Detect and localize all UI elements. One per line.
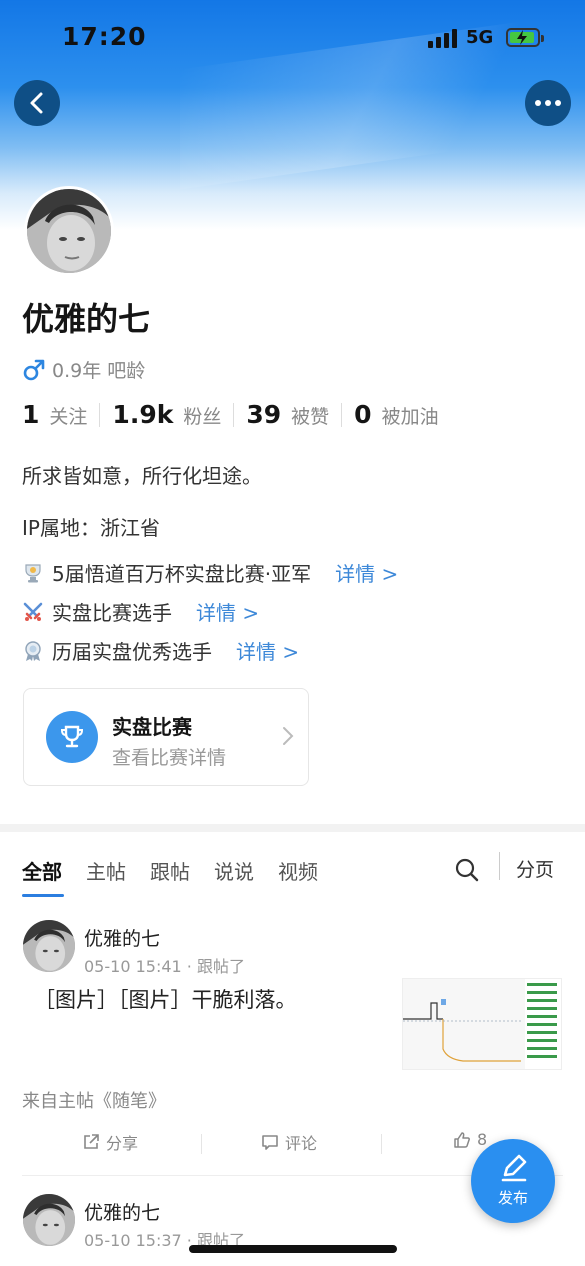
publish-label: 发布 xyxy=(497,1189,528,1207)
avatar[interactable] xyxy=(24,186,114,276)
fans-count[interactable]: 1.9k xyxy=(112,400,173,429)
share-button[interactable]: 分享 xyxy=(82,1130,138,1154)
match-card[interactable]: 实盘比赛 查看比赛详情 xyxy=(23,688,309,786)
network-label: 5G xyxy=(466,27,494,48)
post-meta: 05-10 15:41 · 跟帖了 xyxy=(84,957,245,976)
post-source[interactable]: 来自主帖《随笔》 xyxy=(22,1087,166,1113)
tab-main-posts[interactable]: 主帖 xyxy=(86,856,126,885)
post-author-name[interactable]: 优雅的七 xyxy=(84,1198,160,1225)
post-text[interactable]: ［图片］［图片］干脆利落。 xyxy=(34,984,297,1014)
post-image-thumbnail[interactable] xyxy=(402,978,562,1070)
trophy-medal-icon xyxy=(25,563,41,582)
like-button[interactable]: 8 xyxy=(453,1130,487,1149)
tab-active-indicator xyxy=(22,894,64,897)
tab-moments[interactable]: 说说 xyxy=(214,856,254,885)
chevron-left-icon xyxy=(30,92,43,114)
ip-location: IP属地：浙江省 xyxy=(22,516,160,540)
profile-meta: 0.9年 吧龄 xyxy=(22,356,145,383)
comment-button[interactable]: 评论 xyxy=(261,1130,317,1154)
action-separator xyxy=(381,1134,382,1154)
fans-label[interactable]: 粉丝 xyxy=(183,402,221,429)
bar-age: 0.9年 吧龄 xyxy=(52,360,146,382)
honor-text: 5届悟道百万杯实盘比赛·亚军 xyxy=(52,562,312,586)
match-card-subtitle: 查看比赛详情 xyxy=(112,747,227,769)
home-indicator xyxy=(189,1245,397,1253)
more-button[interactable] xyxy=(525,80,571,126)
honor-item: 历届实盘优秀选手 详情 > xyxy=(22,636,299,665)
publish-button[interactable]: 发布 xyxy=(471,1139,555,1223)
like-count: 8 xyxy=(477,1130,488,1149)
cheers-label: 被加油 xyxy=(381,406,439,428)
pagination-toggle[interactable]: 分页 xyxy=(516,855,554,882)
comment-icon xyxy=(262,1135,278,1150)
edit-pencil-icon xyxy=(501,1154,527,1182)
chart-screenshot-image xyxy=(403,979,561,1069)
more-icon xyxy=(533,100,563,106)
honor-text: 实盘比赛选手 xyxy=(52,601,172,625)
tab-videos[interactable]: 视频 xyxy=(278,856,318,885)
award-badge-icon xyxy=(25,640,41,661)
likes-count: 39 xyxy=(246,400,282,429)
search-icon[interactable] xyxy=(454,857,480,883)
post-author-name[interactable]: 优雅的七 xyxy=(84,924,160,951)
honor-item: 5届悟道百万杯实盘比赛·亚军 详情 > xyxy=(22,558,398,587)
male-gender-icon xyxy=(23,359,45,380)
avatar-image xyxy=(23,1194,75,1246)
trophy-icon xyxy=(46,711,98,763)
tab-replies[interactable]: 跟帖 xyxy=(150,856,190,885)
chevron-right-icon xyxy=(283,727,294,745)
comment-label: 评论 xyxy=(285,1134,318,1153)
following-count[interactable]: 1 xyxy=(22,400,39,429)
thumbs-up-icon xyxy=(454,1131,470,1148)
signal-icon xyxy=(428,28,458,48)
honor-detail-link[interactable]: 详情 > xyxy=(335,558,398,587)
crossed-swords-icon xyxy=(23,602,43,621)
honor-text: 历届实盘优秀选手 xyxy=(52,640,212,664)
likes-label: 被赞 xyxy=(291,406,330,428)
profile-stats: 1 关注 1.9k 粉丝 39 被赞 0 被加油 xyxy=(22,400,439,429)
profile-bio: 所求皆如意，所行化坦途。 xyxy=(22,464,262,488)
profile-name: 优雅的七 xyxy=(22,300,151,338)
tab-label: 全部 xyxy=(22,860,62,884)
cheers-count: 0 xyxy=(354,400,372,429)
honor-detail-link[interactable]: 详情 > xyxy=(236,636,299,665)
share-label: 分享 xyxy=(106,1134,139,1153)
post-author-avatar[interactable] xyxy=(23,1194,75,1246)
avatar-image xyxy=(27,189,111,273)
share-icon xyxy=(84,1134,99,1149)
post-author-avatar[interactable] xyxy=(23,920,75,972)
tab-all[interactable]: 全部 xyxy=(22,856,64,897)
avatar-image xyxy=(23,920,75,972)
action-separator xyxy=(201,1134,202,1154)
status-time: 17:20 xyxy=(62,22,147,51)
content-tabs: 全部 主帖 跟帖 说说 视频 xyxy=(22,856,342,897)
match-card-title: 实盘比赛 xyxy=(112,715,192,739)
following-label[interactable]: 关注 xyxy=(49,402,87,429)
battery-icon xyxy=(506,28,544,47)
tab-bar-separator xyxy=(499,852,500,880)
back-button[interactable] xyxy=(14,80,60,126)
honor-detail-link[interactable]: 详情 > xyxy=(196,597,259,626)
section-divider xyxy=(0,824,585,832)
honor-item: 实盘比赛选手 详情 > xyxy=(22,597,259,626)
